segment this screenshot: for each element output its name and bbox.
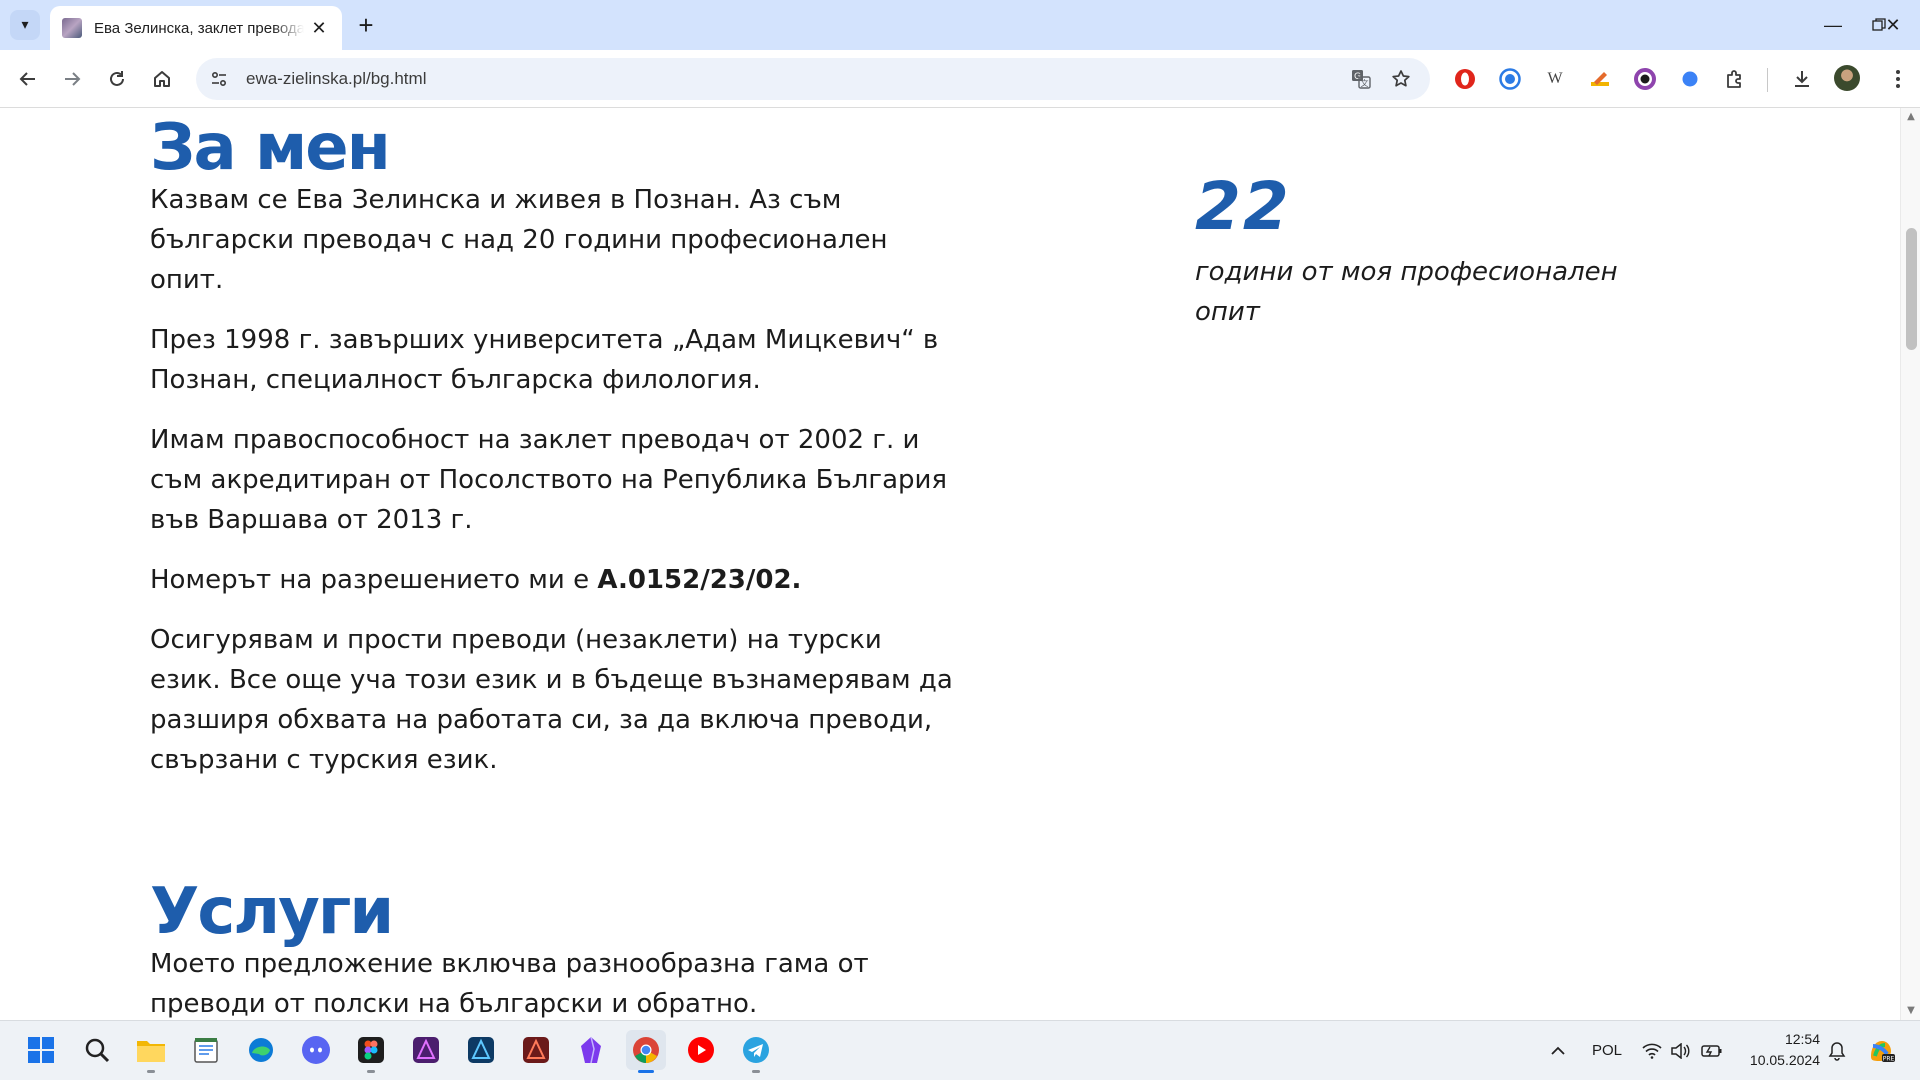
clock-date[interactable]: 10.05.2024 [1736, 1052, 1820, 1068]
running-indicator [752, 1070, 760, 1073]
svg-text:PRE: PRE [1883, 1056, 1895, 1063]
copilot-icon[interactable]: PRE [1866, 1040, 1896, 1063]
wikipedia-extension-icon[interactable]: W [1541, 65, 1569, 93]
notepad-icon[interactable] [186, 1030, 226, 1070]
draw-extension-icon[interactable] [1586, 65, 1614, 93]
scroll-down-icon[interactable]: ▼ [1901, 1002, 1920, 1020]
blue-circle-extension-icon[interactable] [1496, 65, 1524, 93]
experience-stat: 22 години от моя професионален опит [1195, 174, 1665, 332]
new-tab-button[interactable]: + [352, 12, 380, 40]
wifi-icon[interactable] [1640, 1040, 1664, 1062]
services-heading: Услуги [150, 875, 394, 949]
battery-icon[interactable] [1700, 1040, 1724, 1062]
file-explorer-icon[interactable] [131, 1030, 171, 1073]
permit-number: A.0152/23/02. [597, 565, 802, 595]
running-indicator [367, 1070, 375, 1073]
chevron-up-icon[interactable] [1546, 1040, 1570, 1062]
back-icon[interactable] [12, 63, 44, 95]
volume-icon[interactable] [1668, 1040, 1692, 1062]
home-icon[interactable] [146, 63, 178, 95]
forward-icon[interactable] [56, 63, 88, 95]
windows-icon [28, 1037, 54, 1063]
permit-prefix: Номерът на разрешението ми е [150, 565, 598, 595]
about-heading: За мен [150, 111, 391, 185]
language-indicator[interactable]: POL [1592, 1042, 1622, 1059]
notification-bell-icon[interactable] [1825, 1040, 1849, 1062]
chrome-icon[interactable] [626, 1030, 666, 1073]
stat-number: 22 [1195, 168, 1291, 245]
running-indicator [638, 1070, 654, 1073]
affinity-designer-icon[interactable] [461, 1030, 501, 1070]
url-text[interactable]: ewa-zielinska.pl/bg.html [246, 69, 426, 89]
extensions-icon[interactable] [1721, 65, 1749, 93]
turkish-paragraph: Осигурявам и прости преводи (незаклети) … [150, 625, 953, 775]
scroll-up-icon[interactable]: ▲ [1901, 108, 1920, 126]
scroll-thumb[interactable] [1906, 228, 1917, 350]
running-indicator [147, 1070, 155, 1073]
affinity-publisher-icon[interactable] [516, 1030, 556, 1070]
affinity-photo-icon[interactable] [406, 1030, 446, 1070]
permit-paragraph: Номерът на разрешението ми е A.0152/23/0… [150, 560, 960, 600]
address-bar[interactable]: ewa-zielinska.pl/bg.html G文 [196, 58, 1430, 100]
clock-time[interactable]: 12:54 [1774, 1031, 1820, 1047]
about-paragraph: През 1998 г. завърших университета „Адам… [150, 325, 939, 395]
telegram-icon[interactable] [736, 1030, 776, 1073]
tab-close-icon[interactable]: ✕ [308, 18, 330, 39]
edge-icon[interactable] [241, 1030, 281, 1070]
services-paragraph: Моето предложение включва разнообразна г… [150, 949, 869, 1019]
tab-list-icon[interactable]: ▾ [10, 10, 40, 40]
menu-icon[interactable] [1884, 65, 1912, 93]
translate-icon[interactable]: G文 [1346, 64, 1376, 94]
page-viewport: За мен Казвам се Ева Зелинска и живея в … [0, 108, 1900, 1020]
download-icon[interactable] [1788, 65, 1816, 93]
discord-icon[interactable] [296, 1030, 336, 1070]
tab-favicon-icon [62, 18, 82, 38]
tab-title: Ева Зелинска, заклет преводач [94, 19, 304, 37]
toolbar-separator [1767, 68, 1768, 92]
reload-icon[interactable] [101, 63, 133, 95]
close-window-button[interactable]: ✕ [1870, 8, 1916, 42]
figma-icon[interactable] [351, 1030, 391, 1073]
blue-dot-extension-icon[interactable] [1676, 65, 1704, 93]
youtube-icon[interactable] [681, 1030, 721, 1070]
about-paragraph: Имам правоспособност на заклет преводач … [150, 425, 948, 535]
obsidian-icon[interactable] [571, 1030, 611, 1070]
start-button[interactable] [21, 1030, 61, 1070]
taskbar: POL 12:54 10.05.2024 PRE [0, 1020, 1920, 1080]
tab-strip: ▾ Ева Зелинска, заклет преводач ✕ + — ✕ [0, 0, 1920, 50]
about-paragraph: Казвам се Ева Зелинска и живея в Познан.… [150, 185, 888, 295]
browser-toolbar: ewa-zielinska.pl/bg.html G文 W [0, 50, 1920, 108]
minimize-button[interactable]: — [1810, 8, 1856, 42]
page-scrollbar[interactable]: ▲ ▼ [1900, 108, 1920, 1020]
browser-tab[interactable]: Ева Зелинска, заклет преводач ✕ [50, 6, 342, 50]
main-column: За мен Казвам се Ева Зелинска и живея в … [150, 108, 960, 1020]
color-picker-extension-icon[interactable] [1631, 65, 1659, 93]
stat-caption: години от моя професионален опит [1195, 257, 1618, 327]
opera-extension-icon[interactable] [1451, 65, 1479, 93]
svg-text:文: 文 [1361, 78, 1369, 88]
search-icon[interactable] [77, 1030, 117, 1070]
profile-avatar[interactable] [1834, 65, 1860, 91]
bookmark-star-icon[interactable] [1386, 64, 1416, 94]
site-info-icon[interactable] [204, 64, 234, 94]
